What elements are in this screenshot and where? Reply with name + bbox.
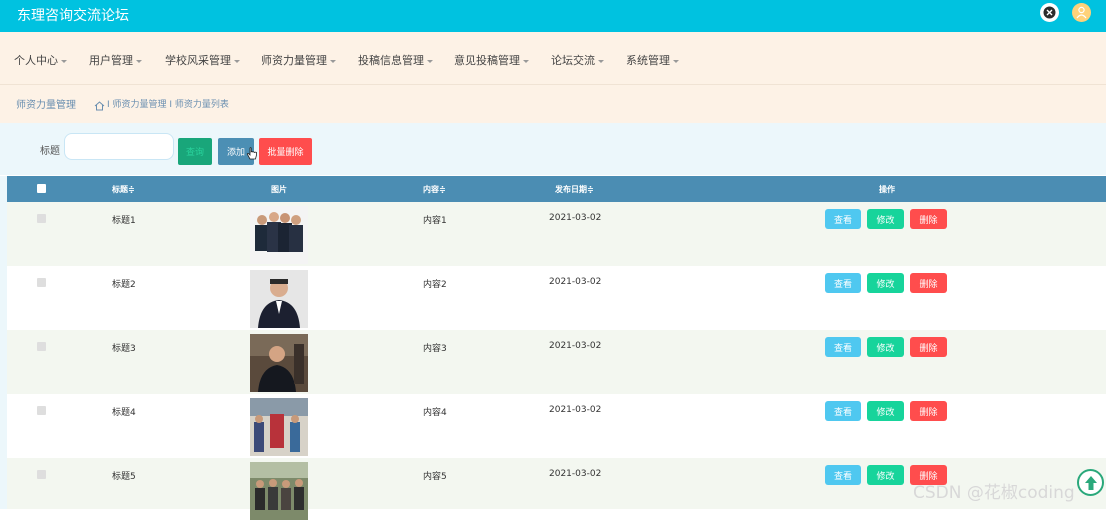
nav-system-management[interactable]: 系统管理: [626, 52, 679, 68]
view-button[interactable]: 查看: [825, 209, 861, 229]
edit-button[interactable]: 修改: [867, 401, 904, 421]
row-photo: [250, 334, 308, 392]
table-header: 标题≑ 图片 内容≑ 发布日期≑ 操作: [7, 176, 1106, 202]
user-avatar-icon[interactable]: [1072, 3, 1091, 22]
view-button[interactable]: 查看: [825, 401, 861, 421]
row-checkbox[interactable]: [37, 214, 46, 223]
table-row: 标题2 内容2 2021-03-02 查看 修改 删除: [7, 266, 1106, 330]
row-photo: [250, 206, 308, 264]
row-content: 内容1: [423, 216, 447, 226]
chevron-down-icon: [523, 59, 529, 63]
breadcrumb-title: 师资力量管理: [16, 100, 76, 111]
row-content: 内容4: [423, 408, 447, 418]
header-image: 图片: [271, 185, 287, 194]
app-title: 东理咨询交流论坛: [17, 8, 129, 24]
close-icon[interactable]: [1040, 3, 1059, 22]
delete-button[interactable]: 删除: [910, 209, 947, 229]
left-edge: [0, 176, 7, 509]
table-row: 标题1 内容1 2021-03-02 查看 修改 删除: [7, 202, 1106, 266]
row-checkbox[interactable]: [37, 470, 46, 479]
row-photo: [250, 270, 308, 328]
select-all-checkbox[interactable]: [37, 184, 46, 193]
title-search-input[interactable]: [64, 133, 174, 160]
nav-faculty-management[interactable]: 师资力量管理: [261, 52, 336, 68]
row-checkbox[interactable]: [37, 406, 46, 415]
search-bar: 标题 查询 添加 批量删除: [0, 123, 1106, 175]
main-nav: 个人中心 用户管理 学校风采管理 师资力量管理 投稿信息管理 意见投稿管理 论坛…: [0, 32, 1106, 85]
row-date: 2021-03-02: [549, 277, 602, 287]
search-button[interactable]: 查询: [178, 138, 212, 165]
row-title: 标题3: [112, 344, 136, 354]
chevron-down-icon: [61, 59, 67, 63]
row-title: 标题5: [112, 472, 136, 482]
row-title: 标题2: [112, 280, 136, 290]
nav-forum[interactable]: 论坛交流: [551, 52, 604, 68]
row-checkbox[interactable]: [37, 342, 46, 351]
row-date: 2021-03-02: [549, 405, 602, 415]
hand-cursor-icon: [246, 146, 258, 165]
batch-delete-button[interactable]: 批量删除: [259, 138, 312, 165]
chevron-down-icon: [136, 59, 142, 63]
row-content: 内容5: [423, 472, 447, 482]
row-date: 2021-03-02: [549, 341, 602, 351]
row-date: 2021-03-02: [549, 213, 602, 223]
view-button[interactable]: 查看: [825, 465, 861, 485]
home-icon[interactable]: [94, 96, 105, 115]
chevron-down-icon: [330, 59, 336, 63]
row-photo: [250, 398, 308, 456]
chevron-down-icon: [234, 59, 240, 63]
row-checkbox[interactable]: [37, 278, 46, 287]
chevron-down-icon: [598, 59, 604, 63]
edit-button[interactable]: 修改: [867, 337, 904, 357]
row-title: 标题4: [112, 408, 136, 418]
chevron-down-icon: [673, 59, 679, 63]
row-date: 2021-03-02: [549, 469, 602, 479]
row-content: 内容3: [423, 344, 447, 354]
view-button[interactable]: 查看: [825, 273, 861, 293]
row-content: 内容2: [423, 280, 447, 290]
breadcrumb: 师资力量管理 I 师资力量管理 I 师资力量列表: [0, 85, 1106, 123]
chevron-down-icon: [427, 59, 433, 63]
watermark: CSDN @花椒coding: [913, 483, 1075, 503]
nav-school-showcase[interactable]: 学校风采管理: [165, 52, 240, 68]
table-row: 标题3 内容3 2021-03-02 查看 修改 删除: [7, 330, 1106, 394]
header-actions: 操作: [879, 185, 895, 194]
nav-feedback-submission[interactable]: 意见投稿管理: [454, 52, 529, 68]
table-row: 标题4 内容4 2021-03-02 查看 修改 删除: [7, 394, 1106, 458]
top-bar: 东理咨询交流论坛: [0, 0, 1106, 32]
nav-personal-center[interactable]: 个人中心: [14, 52, 67, 68]
row-photo: [250, 462, 308, 520]
back-to-top-icon[interactable]: [1077, 469, 1104, 496]
nav-user-management[interactable]: 用户管理: [89, 52, 142, 68]
delete-button[interactable]: 删除: [910, 273, 947, 293]
edit-button[interactable]: 修改: [867, 273, 904, 293]
row-title: 标题1: [112, 216, 136, 226]
header-content[interactable]: 内容≑: [423, 184, 446, 195]
edit-button[interactable]: 修改: [867, 465, 904, 485]
breadcrumb-path[interactable]: I 师资力量管理 I 师资力量列表: [107, 97, 229, 110]
nav-submission-info[interactable]: 投稿信息管理: [358, 52, 433, 68]
header-title[interactable]: 标题≑: [112, 184, 135, 195]
delete-button[interactable]: 删除: [910, 401, 947, 421]
edit-button[interactable]: 修改: [867, 209, 904, 229]
search-label: 标题: [40, 146, 60, 157]
delete-button[interactable]: 删除: [910, 337, 947, 357]
header-date[interactable]: 发布日期≑: [555, 184, 594, 195]
view-button[interactable]: 查看: [825, 337, 861, 357]
